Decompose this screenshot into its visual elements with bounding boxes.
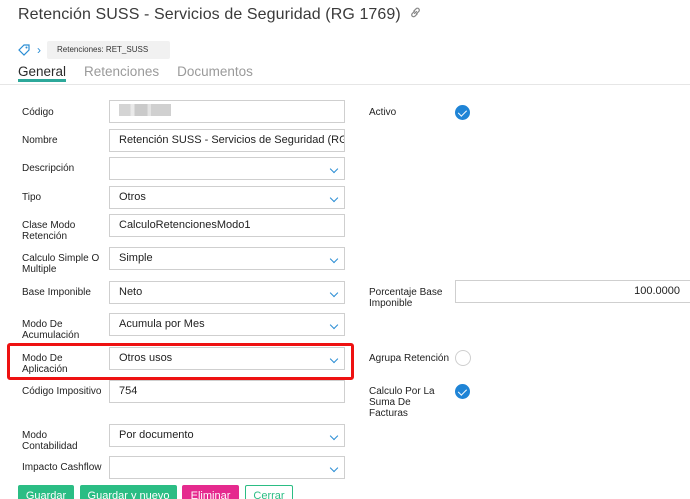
impacto-cashflow-label: Impacto Cashflow: [22, 462, 102, 473]
clase-modo-label-line2: Retención: [22, 231, 68, 242]
cerrar-button[interactable]: Cerrar: [245, 485, 293, 499]
guardar-y-nuevo-button[interactable]: Guardar y nuevo: [80, 485, 177, 499]
impacto-cashflow-select[interactable]: [109, 456, 345, 479]
modo-contabilidad-label-line2: Contabilidad: [22, 441, 78, 452]
calculo-suma-label: Calculo Por La Suma De Facturas: [369, 386, 435, 419]
breadcrumb: › Retenciones: RET_SUSS: [17, 41, 171, 59]
tipo-label: Tipo: [22, 192, 42, 203]
calculo-suma-label-line1: Calculo Por La: [369, 386, 435, 397]
breadcrumb-item[interactable]: Retenciones: RET_SUSS: [47, 41, 171, 59]
porcentaje-label-line2: Imponible: [369, 298, 413, 309]
tag-icon[interactable]: [17, 43, 31, 57]
nombre-field[interactable]: Retención SUSS - Servicios de Seguridad …: [109, 129, 345, 152]
guardar-button[interactable]: Guardar: [18, 485, 74, 499]
tabs-divider: [0, 84, 690, 85]
codigo-impositivo-field[interactable]: 754: [109, 380, 345, 403]
calculo-suma-label-line2: Suma De: [369, 397, 411, 408]
modo-acumulacion-label-line1: Modo De: [22, 319, 63, 330]
porcentaje-label-line1: Porcentaje Base: [369, 287, 443, 298]
activo-checkbox[interactable]: [455, 105, 470, 120]
activo-label: Activo: [369, 107, 397, 118]
codigo-label: Código: [22, 107, 54, 118]
modo-contabilidad-label: Modo Contabilidad: [22, 430, 78, 452]
calculo-label-line1: Calculo Simple O: [22, 253, 100, 264]
descripcion-select[interactable]: [109, 157, 345, 180]
calculo-suma-checkbox[interactable]: [455, 384, 470, 399]
tipo-select[interactable]: Otros: [109, 186, 345, 209]
modo-acumulacion-select[interactable]: Acumula por Mes: [109, 313, 345, 336]
codigo-impositivo-label: Código Impositivo: [22, 386, 102, 397]
base-imponible-select[interactable]: Neto: [109, 281, 345, 304]
clase-modo-label: Clase Modo Retención: [22, 220, 75, 242]
tab-bar: General Retenciones Documentos: [18, 64, 253, 82]
tab-retenciones[interactable]: Retenciones: [84, 64, 159, 82]
chevron-right-icon: ›: [37, 43, 41, 57]
porcentaje-label: Porcentaje Base Imponible: [369, 287, 442, 309]
link-icon[interactable]: [409, 6, 422, 24]
calculo-label: Calculo Simple O Multiple: [22, 253, 99, 275]
tab-documentos[interactable]: Documentos: [177, 64, 253, 82]
modo-acumulacion-label-line2: Acumulación: [22, 330, 80, 341]
redacted-value: [119, 104, 171, 117]
porcentaje-field[interactable]: 100.0000: [455, 280, 690, 303]
nombre-label: Nombre: [22, 135, 58, 146]
eliminar-button[interactable]: Eliminar: [182, 485, 239, 499]
agrupa-label: Agrupa Retención: [369, 353, 450, 364]
agrupa-toggle[interactable]: [455, 350, 471, 366]
page-title: Retención SUSS - Servicios de Seguridad …: [18, 6, 422, 24]
base-imponible-label: Base Imponible: [22, 287, 91, 298]
modo-contabilidad-select[interactable]: Por documento: [109, 424, 345, 447]
modo-contabilidad-label-line1: Modo: [22, 430, 48, 441]
calculo-select[interactable]: Simple: [109, 247, 345, 270]
tab-general[interactable]: General: [18, 64, 67, 82]
descripcion-label: Descripción: [22, 163, 75, 174]
clase-modo-label-line1: Clase Modo: [22, 220, 76, 231]
codigo-field[interactable]: [109, 100, 345, 123]
page-title-text: Retención SUSS - Servicios de Seguridad …: [18, 6, 401, 24]
highlight-box: [7, 343, 354, 380]
modo-acumulacion-label: Modo De Acumulación: [22, 319, 79, 341]
calculo-suma-label-line3: Facturas: [369, 408, 408, 419]
clase-modo-field[interactable]: CalculoRetencionesModo1: [109, 214, 345, 237]
calculo-label-line2: Multiple: [22, 264, 57, 275]
